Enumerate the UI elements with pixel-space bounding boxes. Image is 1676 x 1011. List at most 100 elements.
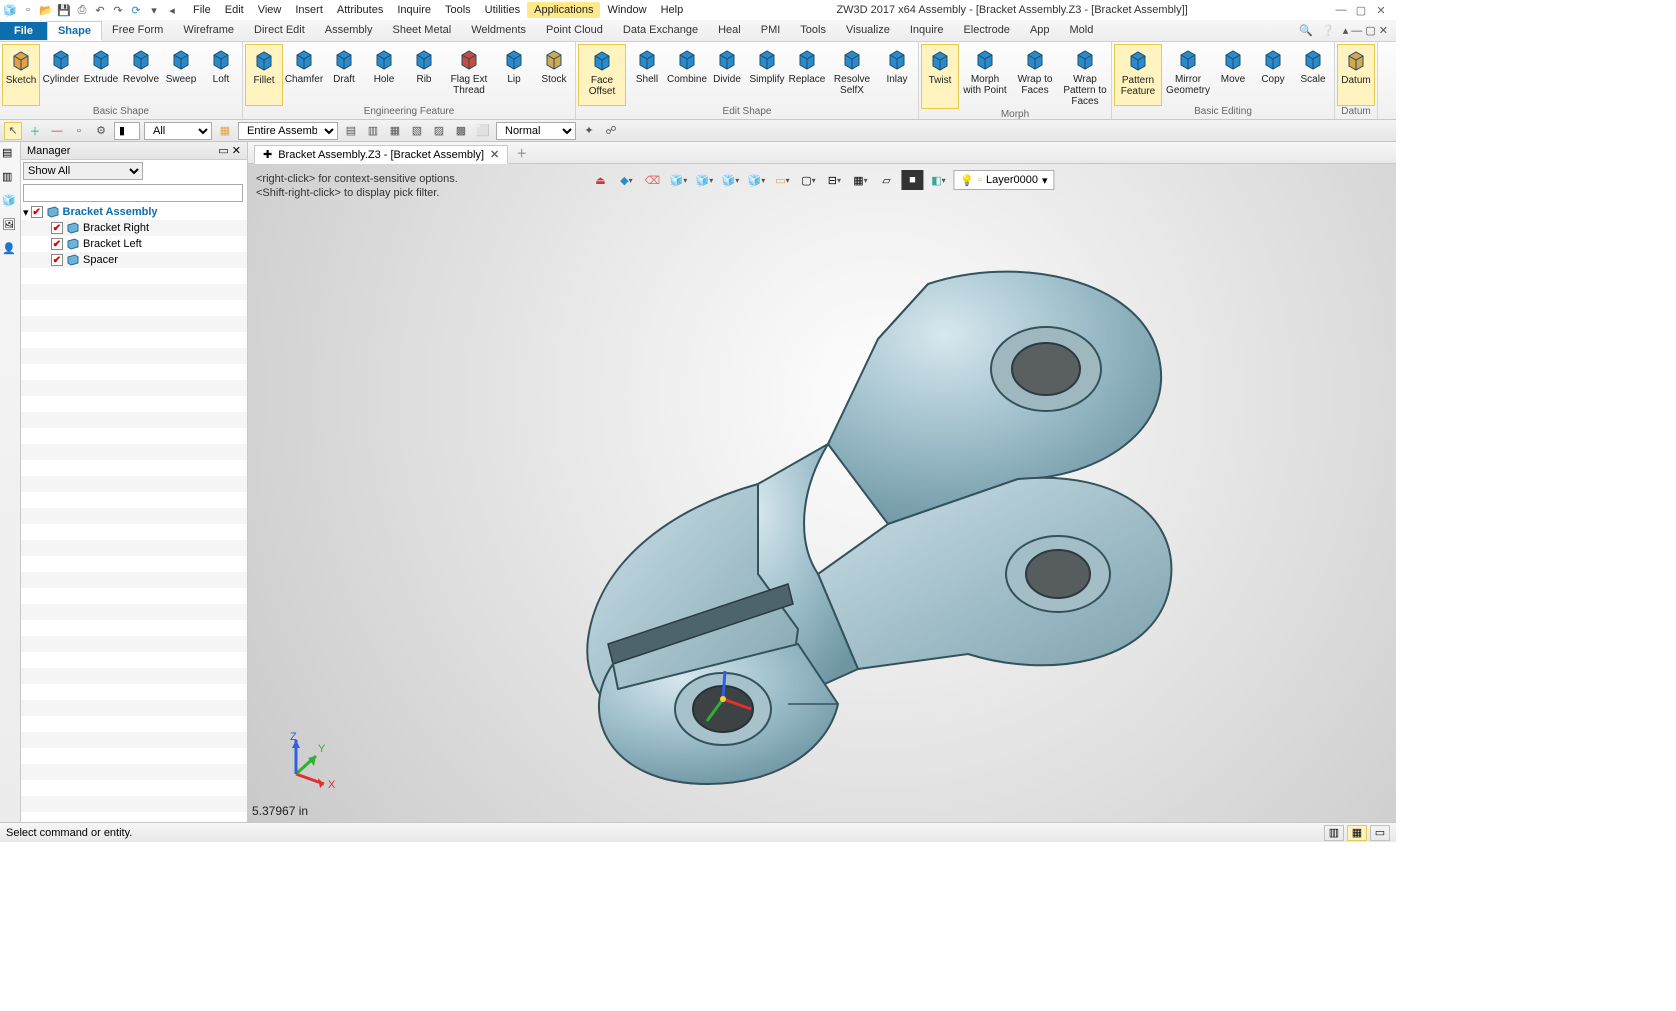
cube-icon[interactable]: ▫ (70, 122, 88, 140)
fb-block[interactable]: ⬜ (474, 122, 492, 140)
tool-sketch[interactable]: Sketch (2, 44, 40, 106)
file-tab[interactable]: File (0, 22, 47, 40)
fb-1[interactable]: ▤ (342, 122, 360, 140)
vt-section-icon[interactable]: ◧ (927, 170, 949, 190)
cursor-icon[interactable]: ↖ (4, 122, 22, 140)
pin-icon[interactable]: ✚ (263, 148, 272, 161)
maximize-button[interactable]: ▢ (1354, 4, 1368, 17)
undo-icon[interactable]: ↶ (92, 2, 108, 18)
vt-window-icon[interactable]: ▢ (797, 170, 819, 190)
ribbon-tab-visualize[interactable]: Visualize (836, 21, 900, 40)
ribbon-tab-wireframe[interactable]: Wireframe (173, 21, 244, 40)
tool-flag-ext-thread[interactable]: Flag Ext Thread (445, 44, 493, 106)
status-btn-2[interactable]: ▦ (1347, 825, 1367, 841)
document-tab-active[interactable]: ✚ Bracket Assembly.Z3 - [Bracket Assembl… (254, 145, 508, 164)
tool-inlay[interactable]: Inlay (878, 44, 916, 106)
vt-cube3-icon[interactable]: 🧊 (719, 170, 741, 190)
menu-utilities[interactable]: Utilities (478, 2, 527, 18)
menu-help[interactable]: Help (654, 2, 691, 18)
tool-datum[interactable]: Datum (1337, 44, 1375, 106)
tool-wrap-to-faces[interactable]: Wrap to Faces (1011, 44, 1059, 109)
minus-icon[interactable]: — (48, 122, 66, 140)
tool-extrude[interactable]: Extrude (82, 44, 120, 106)
vt-shade-icon[interactable]: ◆ (615, 170, 637, 190)
filter-color-swatch[interactable]: ▮ (114, 122, 140, 140)
vt-cube1-icon[interactable]: 🧊 (667, 170, 689, 190)
new-tab-button[interactable]: ＋ (510, 143, 533, 163)
filter1-select[interactable]: All (144, 122, 212, 140)
ribbon-tab-mold[interactable]: Mold (1060, 21, 1104, 40)
ribbon-tab-assembly[interactable]: Assembly (315, 21, 383, 40)
tool-chamfer[interactable]: Chamfer (285, 44, 323, 106)
status-btn-3[interactable]: ▭ (1370, 825, 1390, 841)
tool-simplify[interactable]: Simplify (748, 44, 786, 106)
vt-cube4-icon[interactable]: 🧊 (745, 170, 767, 190)
fb-4[interactable]: ▧ (408, 122, 426, 140)
checkbox[interactable]: ✔ (51, 238, 63, 250)
menu-edit[interactable]: Edit (218, 2, 251, 18)
ribbon-tab-data-exchange[interactable]: Data Exchange (613, 21, 708, 40)
manager-show-select[interactable]: Show All (23, 162, 143, 180)
checkbox[interactable]: ✔ (51, 254, 63, 266)
back-arrow-icon[interactable]: ◂ (164, 2, 180, 18)
tree-item[interactable]: ✔Bracket Left (21, 236, 247, 252)
fb-2[interactable]: ▥ (364, 122, 382, 140)
menu-file[interactable]: File (186, 2, 218, 18)
tool-wrap-pattern-to-faces[interactable]: Wrap Pattern to Faces (1061, 44, 1109, 109)
tool-revolve[interactable]: Revolve (122, 44, 160, 106)
redo-icon[interactable]: ↷ (110, 2, 126, 18)
plus-icon[interactable]: ＋ (26, 122, 44, 140)
vt-plane-icon[interactable]: ▭ (771, 170, 793, 190)
ribbon-tab-electrode[interactable]: Electrode (953, 21, 1019, 40)
new-icon[interactable]: ▫ (20, 2, 36, 18)
menu-window[interactable]: Window (600, 2, 653, 18)
tree-item[interactable]: ✔Bracket Right (21, 220, 247, 236)
tab-close-icon[interactable]: ✕ (490, 148, 499, 161)
gear-icon[interactable]: ⚙ (92, 122, 110, 140)
tool-face-offset[interactable]: Face Offset (578, 44, 626, 106)
tool-combine[interactable]: Combine (668, 44, 706, 106)
tool-sweep[interactable]: Sweep (162, 44, 200, 106)
tool-twist[interactable]: Twist (921, 44, 959, 109)
close-button[interactable]: ✕ (1374, 4, 1388, 17)
tool-loft[interactable]: Loft (202, 44, 240, 106)
tool-shell[interactable]: Shell (628, 44, 666, 106)
assembly-icon[interactable]: ▦ (216, 122, 234, 140)
chevron-down-icon[interactable]: ▾ (146, 2, 162, 18)
tool-move[interactable]: Move (1214, 44, 1252, 106)
print-icon[interactable]: ⎙ (74, 2, 90, 18)
menu-inquire[interactable]: Inquire (390, 2, 438, 18)
refresh-icon[interactable]: ⟳ (128, 2, 144, 18)
fb-3[interactable]: ▦ (386, 122, 404, 140)
tool-hole[interactable]: Hole (365, 44, 403, 106)
expand-icon[interactable]: ▾ (23, 206, 29, 219)
open-icon[interactable]: 📂 (38, 2, 54, 18)
help-icon[interactable]: ❔ (1321, 24, 1335, 37)
ribbon-tab-pmi[interactable]: PMI (751, 21, 791, 40)
menu-insert[interactable]: Insert (288, 2, 330, 18)
checkbox[interactable]: ✔ (31, 206, 43, 218)
panel-close-icon[interactable]: ✕ (232, 144, 241, 157)
vt-solid-icon[interactable]: ■ (901, 170, 923, 190)
tree-root[interactable]: ▾ ✔ Bracket Assembly (21, 204, 247, 220)
tool-divide[interactable]: Divide (708, 44, 746, 106)
status-btn-1[interactable]: ▥ (1324, 825, 1344, 841)
ribbon-tab-heal[interactable]: Heal (708, 21, 751, 40)
tool-replace[interactable]: Replace (788, 44, 826, 106)
tool-lip[interactable]: Lip (495, 44, 533, 106)
user-icon[interactable]: 👤 (2, 242, 18, 258)
menu-attributes[interactable]: Attributes (330, 2, 390, 18)
manager-toggle-icon[interactable]: ▤ (2, 146, 18, 162)
vt-exit-icon[interactable]: ⏏ (589, 170, 611, 190)
tool-draft[interactable]: Draft (325, 44, 363, 106)
visual-icon[interactable]: 🖼 (2, 218, 18, 234)
checkbox[interactable]: ✔ (51, 222, 63, 234)
star-icon[interactable]: ✦ (580, 122, 598, 140)
tool-scale[interactable]: Scale (1294, 44, 1332, 106)
menu-view[interactable]: View (251, 2, 289, 18)
search-icon[interactable]: 🔍 (1299, 24, 1313, 37)
tool-stock[interactable]: Stock (535, 44, 573, 106)
vt-align-icon[interactable]: ⊟ (823, 170, 845, 190)
tree-item[interactable]: ✔Spacer (21, 252, 247, 268)
fb-5[interactable]: ▨ (430, 122, 448, 140)
